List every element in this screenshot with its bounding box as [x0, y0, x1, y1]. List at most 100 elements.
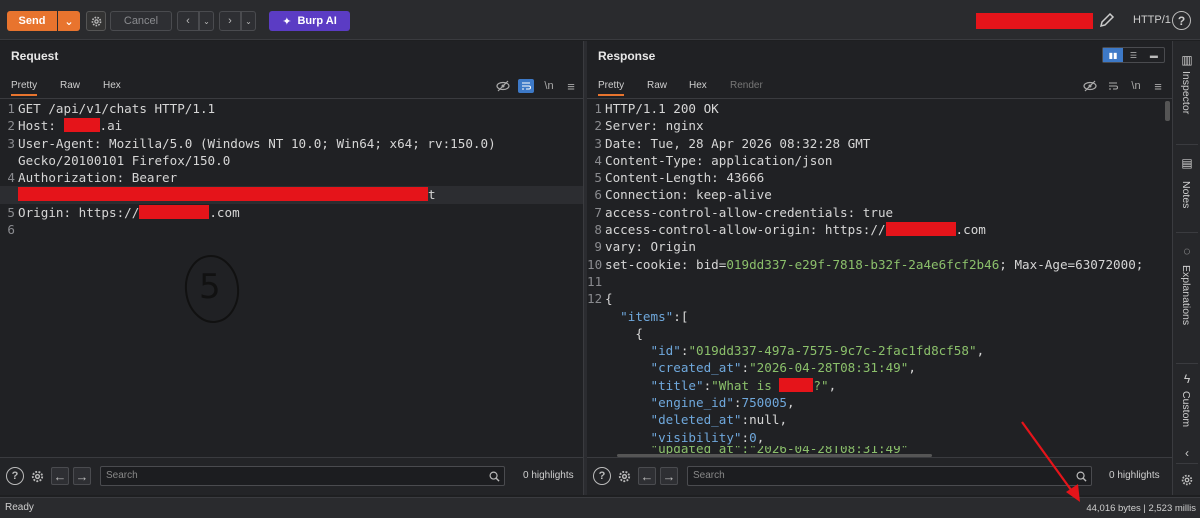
response-title: Response	[598, 49, 656, 63]
redacted-block	[139, 204, 210, 219]
sidebar-item-custom[interactable]: ϟ Custom	[1173, 367, 1200, 457]
main-toolbar: Send ⌄ Cancel ‹ ⌄ › ⌄ ✦ Burp AI HTTP/1 ?	[0, 0, 1200, 40]
tab-hex[interactable]: Hex	[103, 80, 121, 91]
cancel-button[interactable]: Cancel	[110, 11, 172, 31]
code-line: 4 Content-Type: application/json	[594, 152, 833, 168]
status-text: Ready	[5, 502, 34, 513]
red-annotation-arrow	[1010, 418, 1090, 503]
code-line: 7 access-control-allow-credentials: true	[594, 204, 894, 220]
inspector-panel-icon: ▥	[1181, 53, 1193, 67]
http-version-label[interactable]: HTTP/1	[1133, 14, 1171, 26]
send-button[interactable]: Send	[7, 11, 57, 31]
code-line: 1 GET /api/v1/chats HTTP/1.1	[7, 101, 216, 116]
tab-pretty[interactable]: Pretty	[598, 80, 625, 96]
request-tabs: Pretty Raw Hex \n ≡	[0, 75, 583, 99]
hide-nonprintable-eye-off-icon[interactable]	[1082, 79, 1098, 93]
code-line: "engine_id":750005,	[650, 395, 795, 411]
sidebar-divider	[1176, 363, 1198, 364]
request-search-input[interactable]: Search	[100, 466, 505, 486]
code-line: 8 access-control-allow-origin: https://.c…	[594, 222, 986, 238]
help-icon[interactable]: ?	[593, 467, 611, 485]
code-line: 11	[587, 273, 603, 289]
menu-icon[interactable]: ≡	[1150, 79, 1166, 94]
edit-target-pencil-icon[interactable]	[1098, 11, 1116, 29]
vertical-scrollbar[interactable]	[1165, 101, 1170, 121]
code-line: 6 Connection: keep-alive	[594, 187, 772, 203]
code-line: t	[0, 186, 583, 204]
forward-history-dropdown[interactable]: ⌄	[241, 11, 256, 31]
search-settings-gear-icon[interactable]	[615, 467, 633, 485]
burp-ai-button[interactable]: ✦ Burp AI	[269, 11, 350, 31]
highlights-count: 0 highlights	[523, 470, 574, 481]
sidebar-item-explanations[interactable]: ◌ Explanations	[1173, 239, 1200, 359]
redacted-block	[885, 222, 956, 237]
layout-tabs-icon[interactable]: ▬	[1144, 48, 1164, 62]
layout-top-bottom-icon[interactable]: ☰	[1123, 48, 1143, 62]
tab-pretty[interactable]: Pretty	[11, 80, 38, 96]
collapse-sidebar-chevron-icon[interactable]: ‹	[1173, 446, 1200, 460]
wrap-lines-icon[interactable]	[518, 79, 534, 93]
code-line: 3 Date: Tue, 28 Apr 2026 08:32:28 GMT	[594, 135, 871, 151]
menu-icon[interactable]: ≡	[563, 79, 579, 94]
newline-toggle-icon[interactable]: \n	[1128, 79, 1144, 93]
newline-toggle-icon[interactable]: \n	[541, 79, 557, 93]
notes-icon: ▤	[1181, 156, 1193, 170]
wrap-lines-icon[interactable]	[1105, 79, 1121, 93]
code-line: 1 HTTP/1.1 200 OK	[594, 101, 719, 116]
response-editor[interactable]: 1 HTTP/1.1 200 OK 2 Server: nginx 3 Date: T…	[587, 100, 1165, 457]
sidebar-divider	[1176, 463, 1198, 464]
code-line: "title":"What is ?",	[650, 377, 837, 393]
code-line: 4 Authorization: Bearer	[7, 170, 178, 186]
tab-raw[interactable]: Raw	[647, 80, 667, 91]
settings-gear-icon[interactable]	[86, 11, 106, 31]
back-button[interactable]: ‹	[177, 11, 199, 31]
layout-toggle: ▮▮ ☰ ▬	[1102, 47, 1165, 63]
request-editor[interactable]: 1 GET /api/v1/chats HTTP/1.1 2 Host: .ai 3…	[0, 100, 583, 457]
target-host-redacted[interactable]	[976, 13, 1093, 29]
redacted-token-block	[18, 187, 428, 202]
previous-match-arrow-icon[interactable]: ←	[51, 467, 69, 485]
code-line: "id":"019dd337-497a-7575-9c7c-2fac1fd8cf…	[650, 343, 985, 359]
sidebar-item-inspector[interactable]: ▥ Inspector	[1173, 49, 1200, 149]
request-panel: Request Pretty Raw Hex \n ≡ 1 GET /api/v1…	[0, 41, 584, 495]
code-line: 2 Server: nginx	[594, 118, 704, 134]
code-line: {	[635, 325, 643, 341]
next-match-arrow-icon[interactable]: →	[73, 467, 91, 485]
code-line: 2 Host: .ai	[7, 118, 123, 134]
code-line: 10 set-cookie: bid=019dd337-e29f-7818-b32…	[587, 256, 1144, 272]
forward-button[interactable]: ›	[219, 11, 241, 31]
tab-hex[interactable]: Hex	[689, 80, 707, 91]
code-line: 5 Origin: https://.com	[7, 204, 240, 220]
search-settings-gear-icon[interactable]	[28, 467, 46, 485]
burp-ai-label: Burp AI	[297, 15, 337, 27]
sidebar-item-notes[interactable]: ▤ Notes	[1173, 151, 1200, 229]
hide-nonprintable-eye-off-icon[interactable]	[495, 79, 511, 93]
redacted-block	[63, 118, 100, 133]
code-line: 12{	[587, 291, 613, 307]
help-icon[interactable]: ?	[1172, 11, 1191, 30]
tab-render[interactable]: Render	[730, 80, 763, 91]
response-tabs: Pretty Raw Hex Render \n ≡	[587, 75, 1172, 99]
request-title: Request	[11, 49, 59, 63]
sidebar-divider	[1176, 232, 1198, 233]
code-line: 3 User-Agent: Mozilla/5.0 (Windows NT 10.…	[7, 135, 496, 151]
code-line: 6	[7, 222, 15, 238]
back-history-dropdown[interactable]: ⌄	[199, 11, 214, 31]
redacted-block	[779, 377, 814, 392]
search-icon	[489, 470, 500, 488]
send-options-dropdown[interactable]: ⌄	[58, 11, 80, 31]
lightbulb-icon: ◌	[1183, 244, 1191, 258]
handwritten-number: 5	[199, 267, 221, 307]
sidebar-settings-gear-icon[interactable]	[1173, 471, 1200, 489]
layout-side-by-side-icon[interactable]: ▮▮	[1103, 48, 1124, 62]
code-line: "created_at":"2026-04-28T08:31:49",	[650, 360, 916, 376]
next-match-arrow-icon[interactable]: →	[660, 467, 678, 485]
highlights-count: 0 highlights	[1109, 470, 1160, 481]
tab-raw[interactable]: Raw	[60, 80, 80, 91]
code-line: "items":[	[620, 308, 689, 324]
request-search-bar: ? ← → Search 0 highlights	[0, 457, 583, 495]
previous-match-arrow-icon[interactable]: ←	[638, 467, 656, 485]
help-icon[interactable]: ?	[6, 467, 24, 485]
sidebar-divider	[1176, 144, 1198, 145]
sparkle-icon: ✦	[282, 15, 292, 28]
